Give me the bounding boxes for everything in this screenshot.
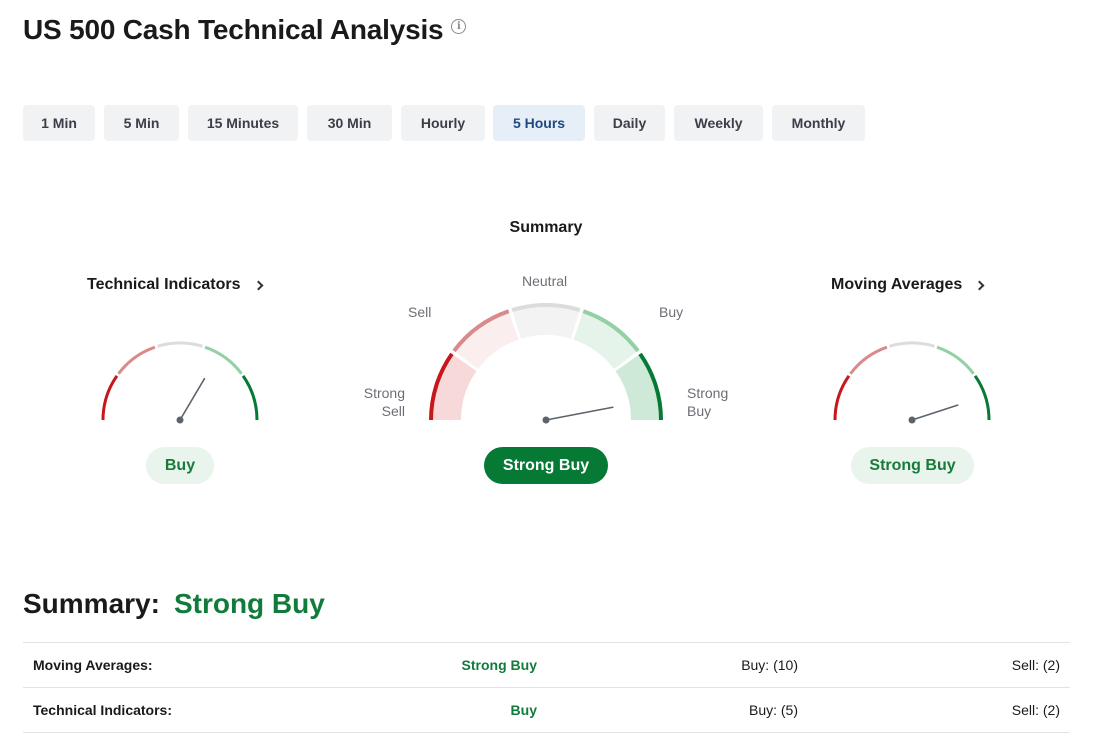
row-sell-count: Sell: (2) <box>1011 702 1060 718</box>
summary-table: Moving Averages: Strong Buy Buy: (10) Se… <box>23 642 1070 733</box>
chevron-right-icon <box>974 280 985 290</box>
chevron-right-icon <box>253 280 263 290</box>
technical-indicators-gauge <box>101 341 259 424</box>
summary-label: Summary: <box>23 588 160 619</box>
row-label: Moving Averages: <box>33 657 153 673</box>
page-title: US 500 Cash Technical Analysis <box>23 14 444 45</box>
gauge-zone-fill-strong-buy <box>615 353 661 420</box>
gauge-label-neutral: Neutral <box>522 273 568 289</box>
gauge-zone-strong-sell <box>101 374 119 421</box>
gauge-label-strong-sell: Strong Sell <box>363 385 405 419</box>
tab-daily[interactable]: Daily <box>594 105 665 141</box>
tab-5-min[interactable]: 5 Min <box>104 105 179 141</box>
summary-value: Strong Buy <box>173 588 325 619</box>
tab-monthly[interactable]: Monthly <box>772 105 865 141</box>
tab-weekly[interactable]: Weekly <box>674 105 763 141</box>
summary-reading: Strong Buy <box>484 447 608 484</box>
gauge-pivot <box>542 416 550 424</box>
gauge-zone-sell <box>849 345 888 375</box>
gauge-label-strong-buy: Strong Buy <box>687 385 729 419</box>
moving-averages-title: Moving Averages <box>831 276 963 293</box>
moving-averages-link[interactable]: Moving Averages <box>831 276 985 294</box>
gauge-pivot <box>908 416 916 424</box>
technical-indicators-reading: Buy <box>146 447 214 484</box>
technical-indicators-link[interactable]: Technical Indicators <box>87 276 263 294</box>
gauge-zone-strong-buy <box>973 374 991 421</box>
summary-gauge-heading: Summary <box>509 219 583 236</box>
gauge-zone-neutral <box>889 341 935 348</box>
gauge-label-sell: Sell <box>408 304 432 320</box>
row-label: Technical Indicators: <box>33 702 172 718</box>
gauge-zone-buy <box>204 345 243 375</box>
gauge-zone-fill-neutral <box>512 305 580 339</box>
tab-hourly[interactable]: Hourly <box>401 105 485 141</box>
gauge-zone-strong-sell <box>833 374 851 421</box>
summary-title: Summary: Strong Buy <box>23 588 325 620</box>
title-row: US 500 Cash Technical Analysis i <box>23 12 467 48</box>
gauge-zone-buy <box>936 345 975 375</box>
gauge-zone-sell <box>117 345 156 375</box>
row-buy-count: Buy: (5) <box>748 702 798 718</box>
tab-15-minutes[interactable]: 15 Minutes <box>188 105 298 141</box>
tab-30-min[interactable]: 30 Min <box>307 105 392 141</box>
row-sell-count: Sell: (2) <box>1011 657 1060 673</box>
gauge-needle <box>545 406 614 421</box>
info-icon[interactable]: i <box>451 19 467 34</box>
row-buy-count: Buy: (10) <box>741 657 798 673</box>
moving-averages-reading: Strong Buy <box>851 447 974 484</box>
gauge-zone-fill-strong-sell <box>430 353 477 420</box>
row-summary: Buy <box>510 702 537 718</box>
tab-5-hours[interactable]: 5 Hours <box>493 105 585 141</box>
gauge-zone-neutral <box>157 341 203 348</box>
gauge-pivot <box>176 416 184 424</box>
summary-gauge <box>429 302 663 424</box>
moving-averages-gauge <box>833 341 991 424</box>
gauge-zone-strong-buy <box>241 374 259 421</box>
gauge-label-buy: Buy <box>659 304 684 320</box>
table-row: Technical Indicators: Buy Buy: (5) Sell:… <box>23 688 1070 733</box>
table-row: Moving Averages: Strong Buy Buy: (10) Se… <box>23 643 1070 688</box>
gauge-needle <box>179 377 206 421</box>
technical-indicators-title: Technical Indicators <box>87 276 241 293</box>
tab-1-min[interactable]: 1 Min <box>23 105 95 141</box>
gauge-needle <box>911 404 959 421</box>
row-summary: Strong Buy <box>461 657 537 673</box>
